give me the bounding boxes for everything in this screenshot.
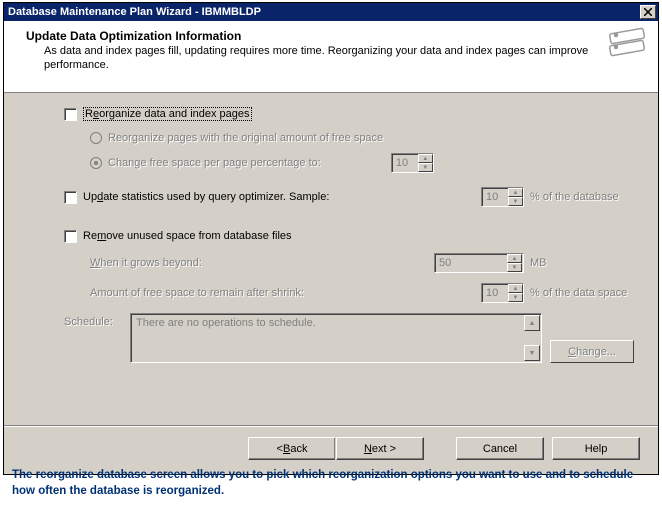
divider — [4, 425, 658, 427]
reorg-radio-original — [90, 132, 102, 144]
reorganize-label[interactable]: Reorganize data and index pages — [83, 107, 252, 121]
sample-pct-suffix: % of the database — [530, 191, 640, 203]
update-stats-row: Update statistics used by query optimize… — [64, 187, 640, 207]
reorg-option-original-label: Reorganize pages with the original amoun… — [108, 132, 383, 144]
cancel-button[interactable]: Cancel — [456, 437, 544, 460]
reorg-option-change-row: Change free space per page percentage to… — [90, 153, 640, 173]
grows-beyond-spinner: ▲▼ — [434, 253, 524, 273]
grows-beyond-label: When it grows beyond: — [90, 257, 202, 269]
page-description: As data and index pages fill, updating r… — [44, 45, 634, 73]
spinner-up-icon: ▲ — [507, 254, 522, 263]
spinner-up-icon: ▲ — [418, 154, 433, 163]
sample-pct-spinner: ▲▼ — [481, 187, 524, 207]
free-space-pct-input — [392, 154, 418, 172]
reorg-option-original-row: Reorganize pages with the original amoun… — [90, 129, 640, 147]
remain-after-shrink-label: Amount of free space to remain after shr… — [90, 287, 304, 299]
remain-pct-spinner: ▲▼ — [481, 283, 524, 303]
reorganize-checkbox[interactable] — [64, 108, 77, 121]
grows-beyond-unit: MB — [530, 257, 640, 269]
schedule-text: There are no operations to schedule. — [136, 317, 316, 329]
window-title: Database Maintenance Plan Wizard - IBMMB… — [8, 6, 640, 18]
remove-space-row: Remove unused space from database files — [64, 227, 640, 245]
spinner-down-icon: ▼ — [508, 197, 523, 206]
header-panel: Update Data Optimization Information As … — [4, 21, 658, 93]
help-button[interactable]: Help — [552, 437, 640, 460]
spinner-down-icon: ▼ — [508, 293, 523, 302]
reorganize-row: Reorganize data and index pages — [64, 105, 640, 123]
reorg-radio-change — [90, 157, 102, 169]
scroll-down-icon: ▼ — [524, 345, 540, 361]
body-panel: Reorganize data and index pages Reorgani… — [4, 93, 658, 421]
spinner-down-icon: ▼ — [418, 163, 433, 172]
spinner-up-icon: ▲ — [508, 284, 523, 293]
server-icon — [602, 25, 652, 65]
spinner-down-icon: ▼ — [507, 263, 522, 272]
remove-space-checkbox[interactable] — [64, 230, 77, 243]
schedule-row: Schedule: There are no operations to sch… — [64, 313, 640, 363]
grows-beyond-row: When it grows beyond: ▲▼ MB — [90, 253, 640, 273]
titlebar: Database Maintenance Plan Wizard - IBMMB… — [4, 3, 658, 21]
remain-pct-input — [482, 284, 508, 302]
scroll-up-icon: ▲ — [524, 315, 540, 331]
close-button[interactable] — [640, 5, 656, 19]
page-title: Update Data Optimization Information — [26, 29, 644, 43]
grows-beyond-input — [435, 254, 507, 272]
change-button: Change... — [550, 340, 634, 363]
update-stats-label[interactable]: Update statistics used by query optimize… — [83, 191, 329, 203]
next-button[interactable]: Next > — [336, 437, 424, 460]
schedule-scrollbar: ▲ ▼ — [524, 315, 540, 361]
reorg-option-change-label: Change free space per page percentage to… — [108, 157, 321, 169]
schedule-label: Schedule: — [64, 313, 130, 328]
remain-pct-suffix: % of the data space — [530, 287, 640, 299]
free-space-pct-spinner: ▲▼ — [391, 153, 434, 173]
sample-pct-input — [482, 188, 508, 206]
spinner-up-icon: ▲ — [508, 188, 523, 197]
remain-after-shrink-row: Amount of free space to remain after shr… — [90, 283, 640, 303]
back-button[interactable]: < Back — [248, 437, 336, 460]
schedule-textarea: There are no operations to schedule. ▲ ▼ — [130, 313, 542, 363]
figure-caption: The reorganize database screen allows yo… — [12, 468, 648, 499]
wizard-window: Database Maintenance Plan Wizard - IBMMB… — [3, 2, 659, 475]
remove-space-label[interactable]: Remove unused space from database files — [83, 230, 292, 242]
update-stats-checkbox[interactable] — [64, 191, 77, 204]
